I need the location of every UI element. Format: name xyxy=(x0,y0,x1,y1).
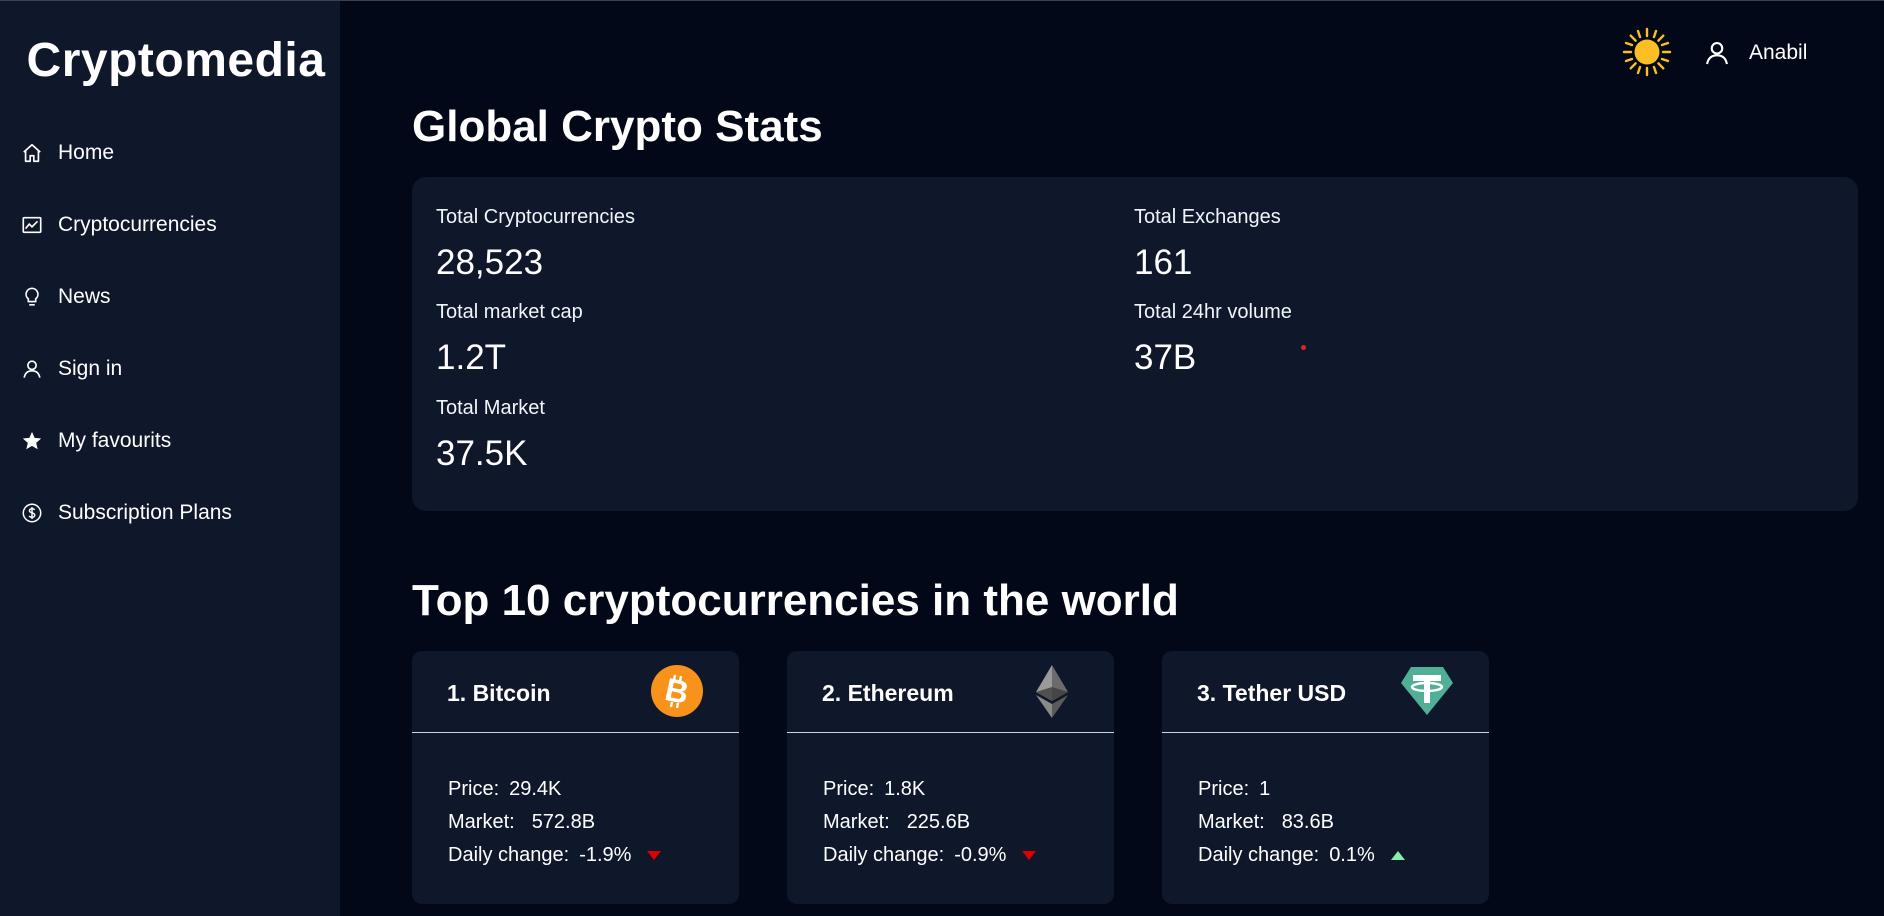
sidebar-item-subscription-plans[interactable]: Subscription Plans xyxy=(0,495,340,531)
sidebar-nav: Home Cryptocurrencies News Sign in My fa… xyxy=(0,135,340,567)
sidebar-item-my-favourits[interactable]: My favourits xyxy=(0,423,340,459)
coin-change: -1.9% xyxy=(579,844,632,866)
sidebar-item-label: Sign in xyxy=(58,357,123,380)
dollar-circle-icon xyxy=(22,503,42,523)
coin-card-tether[interactable]: 3. Tether USD Price: 1 Market: 83.6B Daily… xyxy=(1162,651,1489,904)
coin-card-bitcoin[interactable]: 1. Bitcoin B Price: 29.4K Market: 572.8B D… xyxy=(412,651,739,904)
sidebar-item-home[interactable]: Home xyxy=(0,135,340,171)
section-title: Top 10 cryptocurrencies in the world xyxy=(412,576,1179,625)
sidebar-item-label: Cryptocurrencies xyxy=(58,213,217,236)
stat-label: Total Cryptocurrencies xyxy=(436,206,635,228)
sidebar-item-cryptocurrencies[interactable]: Cryptocurrencies xyxy=(0,207,340,243)
stat-total-24hr-volume: Total 24hr volume 37B xyxy=(1134,301,1634,378)
coin-card-header: 2. Ethereum xyxy=(787,651,1114,733)
stat-label: Total market cap xyxy=(436,301,583,323)
stat-value: 28,523 xyxy=(436,243,544,282)
coin-change: -0.9% xyxy=(954,844,1007,866)
brand-logo[interactable]: Cryptomedia xyxy=(0,33,352,88)
home-icon xyxy=(23,143,41,163)
coin-card-header: 3. Tether USD xyxy=(1162,651,1489,733)
stat-total-market: Total Market 37.5K xyxy=(436,397,936,474)
global-stats-panel: Total Cryptocurrencies 28,523 Total Exch… xyxy=(412,177,1858,511)
coin-card-body: Price: 1.8K Market: 225.6B Daily change: -0… xyxy=(823,773,1037,872)
sidebar-item-label: Subscription Plans xyxy=(58,501,232,524)
user-icon xyxy=(23,360,41,378)
sidebar: Cryptomedia Home Cryptocurrencies News S… xyxy=(0,1,340,916)
coin-card-header: 1. Bitcoin B xyxy=(412,651,739,733)
stat-label: Total 24hr volume xyxy=(1134,301,1292,323)
coin-market: 83.6B xyxy=(1281,811,1334,833)
lightbulb-icon xyxy=(25,287,39,306)
stat-value: 161 xyxy=(1134,243,1193,282)
price-label: Price: xyxy=(1198,778,1250,800)
change-label: Daily change: xyxy=(823,844,945,866)
coin-name: 3. Tether USD xyxy=(1197,680,1347,706)
price-label: Price: xyxy=(448,778,500,800)
coin-card-ethereum[interactable]: 2. Ethereum Price: 1.8K Market: 225.6B Dai… xyxy=(787,651,1114,904)
stat-label: Total Market xyxy=(436,397,545,419)
market-label: Market: xyxy=(448,811,515,833)
stat-total-cryptocurrencies: Total Cryptocurrencies 28,523 xyxy=(436,206,936,283)
coin-name: 1. Bitcoin xyxy=(447,680,551,706)
star-icon xyxy=(22,431,42,450)
ethereum-logo-icon xyxy=(1036,665,1068,718)
coin-name: 2. Ethereum xyxy=(822,680,954,706)
coin-price: 1 xyxy=(1259,778,1271,800)
bitcoin-logo-icon: B xyxy=(651,665,703,717)
sidebar-item-sign-in[interactable]: Sign in xyxy=(0,351,340,387)
stat-value: 37B xyxy=(1134,338,1197,377)
coin-card-body: Price: 29.4K Market: 572.8B Daily change: -… xyxy=(448,773,662,872)
stat-value: 37.5K xyxy=(436,434,528,473)
sidebar-item-label: Home xyxy=(58,141,115,164)
coin-card-body: Price: 1 Market: 83.6B Daily change: 0.1% xyxy=(1198,773,1405,872)
coin-change: 0.1% xyxy=(1329,844,1375,866)
theme-toggle-sun-icon[interactable] xyxy=(1622,27,1672,77)
stat-label: Total Exchanges xyxy=(1134,206,1281,228)
tether-logo-icon xyxy=(1401,667,1453,715)
change-up-icon xyxy=(1390,851,1405,860)
change-down-icon xyxy=(1022,851,1037,860)
coin-market: 572.8B xyxy=(531,811,596,833)
user-menu[interactable]: Anabil xyxy=(1703,39,1807,67)
user-icon xyxy=(1706,42,1728,65)
change-label: Daily change: xyxy=(448,844,570,866)
user-name: Anabil xyxy=(1749,41,1808,64)
stat-total-exchanges: Total Exchanges 161 xyxy=(1134,206,1634,283)
sidebar-item-label: News xyxy=(58,285,111,308)
coin-price: 29.4K xyxy=(509,778,562,800)
market-label: Market: xyxy=(823,811,890,833)
chart-icon xyxy=(22,216,42,234)
cursor-dot xyxy=(1301,345,1306,350)
sidebar-item-news[interactable]: News xyxy=(0,279,340,315)
stat-total-market-cap: Total market cap 1.2T xyxy=(436,301,936,378)
coin-market: 225.6B xyxy=(906,811,971,833)
page-title: Global Crypto Stats xyxy=(412,102,823,151)
change-label: Daily change: xyxy=(1198,844,1320,866)
market-label: Market: xyxy=(1198,811,1265,833)
sidebar-item-label: My favourits xyxy=(58,429,172,452)
stat-value: 1.2T xyxy=(436,338,507,377)
coin-price: 1.8K xyxy=(884,778,926,800)
price-label: Price: xyxy=(823,778,875,800)
change-down-icon xyxy=(647,851,662,860)
